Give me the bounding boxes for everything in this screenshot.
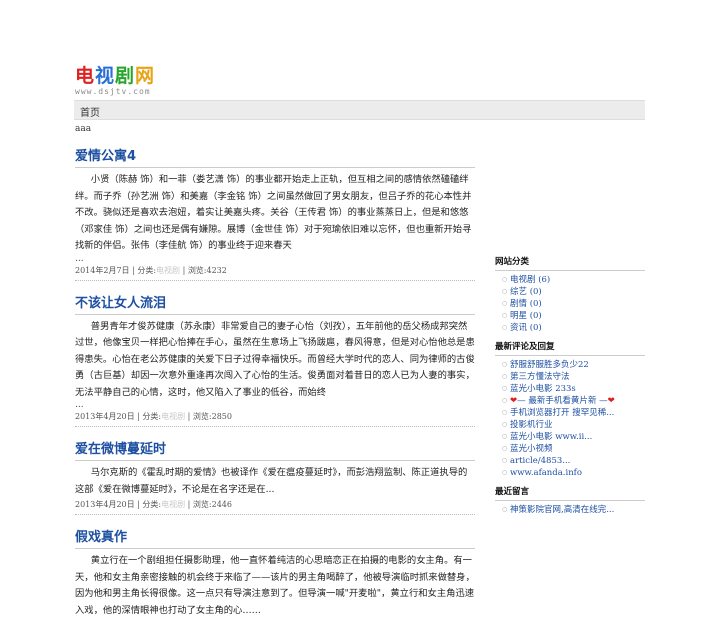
post-views: 浏览:2446	[192, 500, 232, 509]
post-excerpt: 黄立行在一个剧组担任摄影助理，他一直怀着纯洁的心思暗恋正在拍摄的电影的女主角。有…	[75, 555, 475, 616]
categories-widget: 网站分类 电视剧 (6) 综艺 (0) 剧情 (0) 明星 (0) 资讯 (0)	[495, 255, 645, 334]
widget-title: 最近留言	[495, 485, 645, 501]
post-views: 浏览:4232	[187, 265, 227, 275]
category-link[interactable]: 明星 (0)	[502, 310, 645, 322]
widget-title: 最新评论及回复	[495, 340, 645, 356]
comment-link[interactable]: 第三方懂法守法	[502, 371, 645, 383]
post-date: 2014年2月7日	[75, 265, 130, 275]
post-date: 2013年4月20日	[75, 500, 135, 509]
post-title-link[interactable]: 不该让女人流泪	[75, 287, 475, 315]
category-link[interactable]: 电视剧 (6)	[502, 274, 645, 286]
logo-char: 剧	[115, 65, 136, 87]
post-title-link[interactable]: 假戏真作	[75, 521, 475, 549]
comment-link[interactable]: www.afanda.info	[502, 467, 645, 479]
logo-title: 电视剧网	[75, 66, 155, 86]
logo-url: www.dsjtv.com	[75, 87, 151, 96]
post-ellipsis: ...	[75, 253, 84, 264]
message-link[interactable]: 神策影院官网,高清在线完...	[502, 504, 645, 516]
post-meta: 2013年4月20日 | 分类:电视剧 | 浏览:2446	[75, 498, 475, 515]
category-link[interactable]: 资讯 (0)	[502, 322, 645, 334]
comment-link[interactable]: article/4853...	[502, 455, 645, 467]
sidebar: 网站分类 电视剧 (6) 综艺 (0) 剧情 (0) 明星 (0) 资讯 (0)…	[495, 255, 645, 522]
post-category-link[interactable]: 电视剧	[161, 412, 185, 421]
comment-list: 舒服舒服胜多负少22 第三方懂法守法 蓝光小电影 233s ❤— 最新手机看黄片…	[495, 359, 645, 479]
logo-char: 网	[135, 65, 156, 87]
category-link[interactable]: 剧情 (0)	[502, 298, 645, 310]
comment-link[interactable]: 投影机行业	[502, 419, 645, 431]
comment-link[interactable]: 手机浏览器打开 搜罕见稀...	[502, 407, 645, 419]
category-list: 电视剧 (6) 综艺 (0) 剧情 (0) 明星 (0) 资讯 (0)	[495, 274, 645, 334]
post-title-link[interactable]: 爱在微博蔓延时	[75, 433, 475, 461]
post-item: 不该让女人流泪 普男青年才俊苏健康（苏永康）非常爱自己的妻子心怡（刘孜），五年前…	[75, 287, 475, 427]
widget-title: 网站分类	[495, 255, 645, 271]
post-meta: 2014年2月7日 | 分类:电视剧 | 浏览:4232	[75, 264, 475, 281]
post-list: 爱情公寓4 小贤（陈赫 饰）和一菲（娄艺潇 饰）的事业都开始走上正轨，但互相之间…	[75, 140, 475, 625]
comment-link[interactable]: 蓝光小视频	[502, 443, 645, 455]
nav-home-link[interactable]: 首页	[74, 105, 106, 123]
post-item: 爱在微博蔓延时 马尔克斯的《霍乱时期的爱情》也被译作《爱在瘟疫蔓延时》，而彭浩翔…	[75, 433, 475, 515]
category-link[interactable]: 综艺 (0)	[502, 286, 645, 298]
post-title-link[interactable]: 爱情公寓4	[75, 140, 475, 168]
comment-link[interactable]: ❤— 最新手机看黄片新 —❤	[502, 395, 645, 407]
post-ellipsis: ...	[75, 400, 84, 410]
comment-link[interactable]: 舒服舒服胜多负少22	[502, 359, 645, 371]
post-excerpt: 普男青年才俊苏健康（苏永康）非常爱自己的妻子心怡（刘孜），五年前他的岳父杨成邦突…	[75, 320, 475, 398]
site-logo[interactable]: 电视剧网 www.dsjtv.com	[75, 66, 155, 96]
comment-link[interactable]: 蓝光小电影 233s	[502, 383, 645, 395]
post-category-label: 分类:	[142, 500, 162, 509]
logo-char: 视	[95, 65, 116, 87]
post-excerpt: 小贤（陈赫 饰）和一菲（娄艺潇 饰）的事业都开始走上正轨，但互相之间的感情依然磕…	[75, 174, 472, 251]
message-list: 神策影院官网,高清在线完...	[495, 504, 645, 516]
messages-widget: 最近留言 神策影院官网,高清在线完...	[495, 485, 645, 516]
post-item: 假戏真作 黄立行在一个剧组担任摄影助理，他一直怀着纯洁的心思暗恋正在拍摄的电影的…	[75, 521, 475, 619]
comment-link[interactable]: 蓝光小电影 www.ii...	[502, 431, 645, 443]
post-category-label: 分类:	[142, 412, 162, 421]
post-views: 浏览:2850	[192, 412, 232, 421]
logo-char: 电	[75, 65, 96, 87]
post-excerpt: 马尔克斯的《霍乱时期的爱情》也被译作《爱在瘟疫蔓延时》，而彭浩翔监制、陈正道执导…	[75, 467, 468, 495]
nav-bar: 首页	[74, 100, 645, 120]
site-intro: aaa	[75, 124, 92, 134]
heart-icon: ❤	[607, 396, 615, 406]
post-category-link[interactable]: 电视剧	[156, 266, 180, 275]
comments-widget: 最新评论及回复 舒服舒服胜多负少22 第三方懂法守法 蓝光小电影 233s ❤—…	[495, 340, 645, 479]
post-category-link[interactable]: 电视剧	[161, 500, 185, 509]
post-meta: 2013年4月20日 | 分类:电视剧 | 浏览:2850	[75, 410, 475, 427]
post-category-label: 分类:	[137, 265, 157, 275]
post-item: 爱情公寓4 小贤（陈赫 饰）和一菲（娄艺潇 饰）的事业都开始走上正轨，但互相之间…	[75, 140, 475, 281]
post-date: 2013年4月20日	[75, 412, 135, 421]
